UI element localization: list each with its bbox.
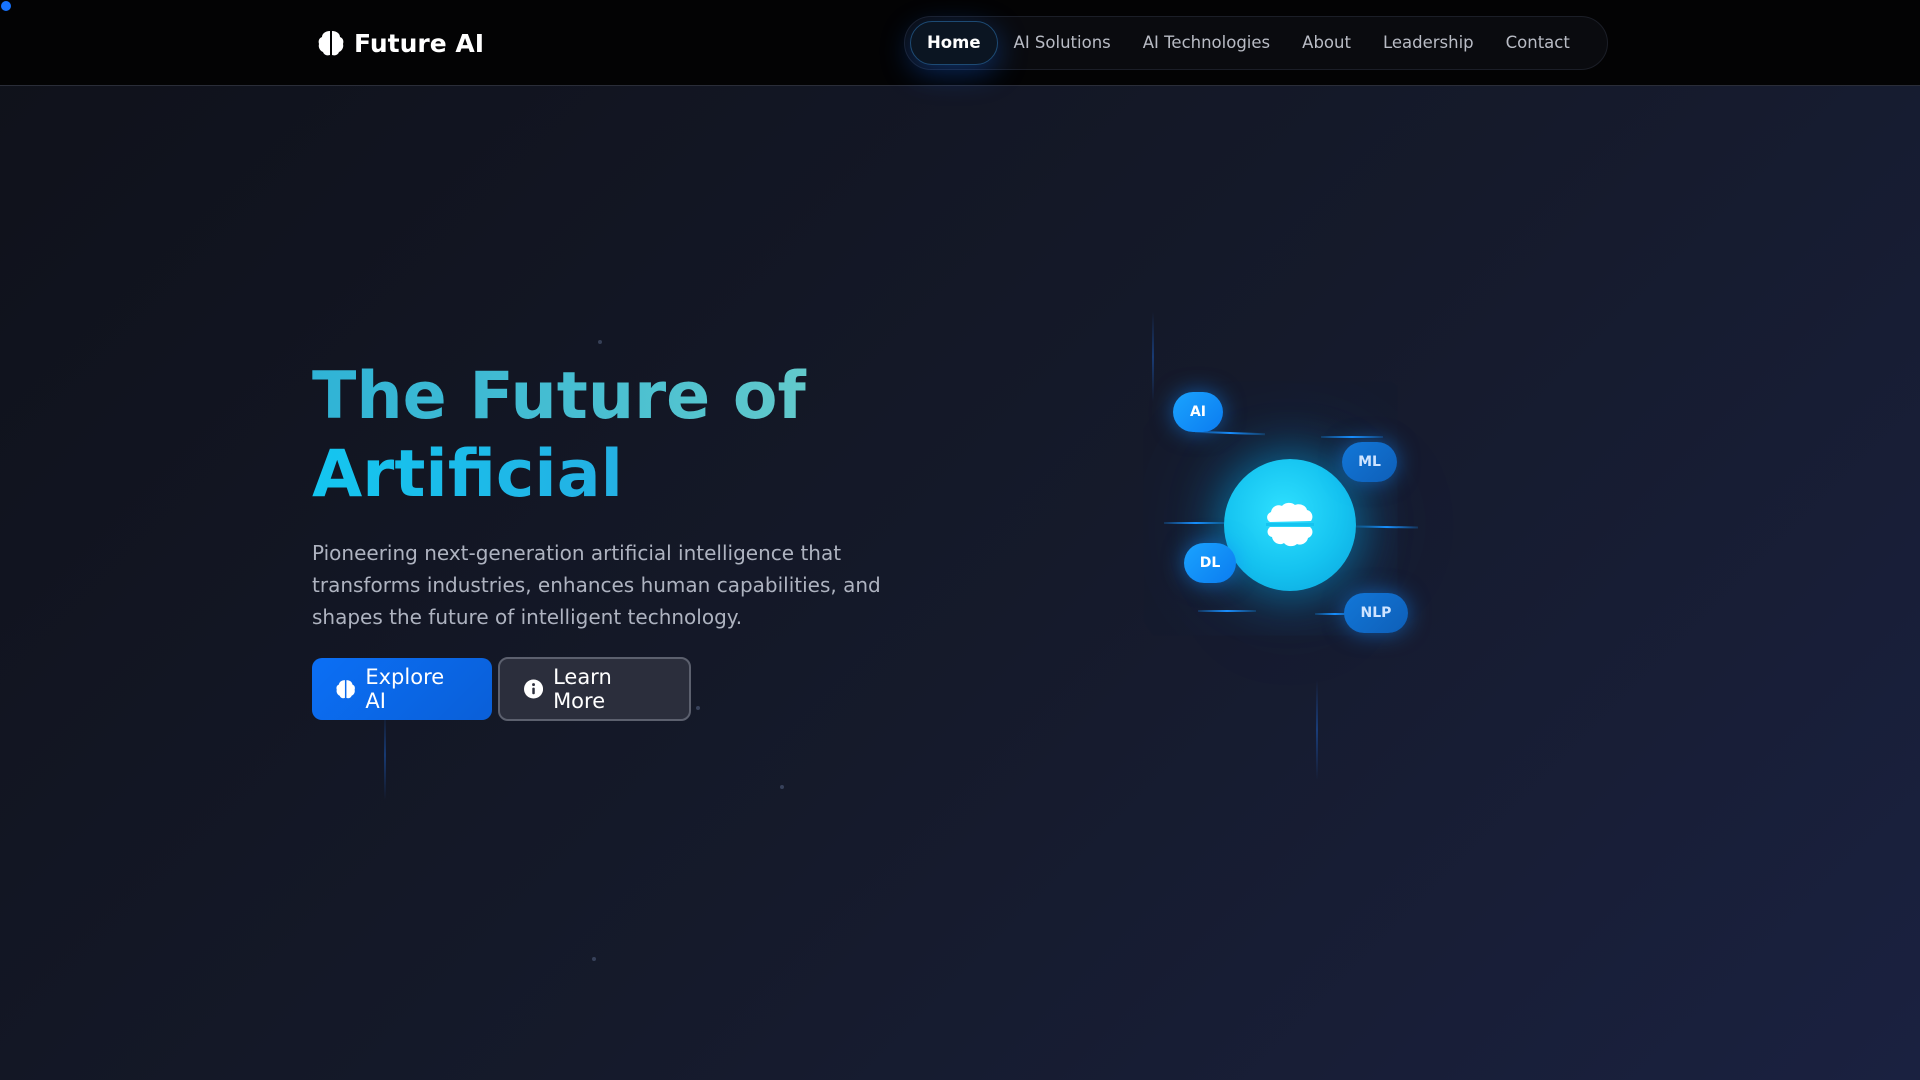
background-dot (780, 785, 784, 789)
background-dot (598, 340, 602, 344)
nav-item-ai-technologies[interactable]: AI Technologies (1127, 21, 1286, 65)
cursor-dot (1, 1, 11, 11)
brain-icon (336, 680, 355, 699)
hero-title-line1: The Future of (312, 358, 1012, 436)
background-streak (1316, 680, 1318, 780)
explore-ai-label: Explore AI (365, 665, 445, 713)
ai-core-orb (1224, 459, 1356, 591)
nav-item-home[interactable]: Home (910, 21, 998, 65)
chip-nlp: NLP (1344, 593, 1408, 633)
background-dot (696, 706, 700, 710)
navbar: Future AI Home AI Solutions AI Technolog… (0, 0, 1920, 86)
brand-logo[interactable]: Future AI (318, 26, 484, 60)
connection-line (1321, 436, 1383, 438)
chip-ml: ML (1342, 442, 1397, 482)
brand-name: Future AI (354, 28, 485, 58)
info-circle-icon (524, 679, 544, 699)
learn-more-button[interactable]: Learn More (498, 657, 691, 721)
hero-subtitle: Pioneering next-generation artificial in… (312, 541, 881, 629)
brain-icon (1266, 502, 1314, 547)
ai-network-visual: AI ML DL NLP (1150, 300, 1450, 640)
chip-dl: DL (1184, 543, 1236, 583)
connection-line (1198, 610, 1256, 612)
chip-ai: AI (1173, 392, 1223, 432)
nav-item-about[interactable]: About (1286, 21, 1367, 65)
nav-item-contact[interactable]: Contact (1490, 21, 1586, 65)
explore-ai-button[interactable]: Explore AI (312, 658, 492, 720)
hero-title: The Future of Artificial (312, 358, 1012, 514)
brain-icon (318, 31, 344, 56)
main-nav: Home AI Solutions AI Technologies About … (904, 16, 1608, 70)
nav-item-ai-solutions[interactable]: AI Solutions (998, 21, 1127, 65)
connection-line (1355, 525, 1419, 529)
background-dot (592, 957, 596, 961)
learn-more-label: Learn More (553, 665, 612, 713)
background-streak (384, 710, 386, 800)
nav-item-leadership[interactable]: Leadership (1367, 21, 1490, 65)
connection-line (1164, 522, 1228, 524)
hero-title-line2: Artificial (312, 436, 1012, 514)
